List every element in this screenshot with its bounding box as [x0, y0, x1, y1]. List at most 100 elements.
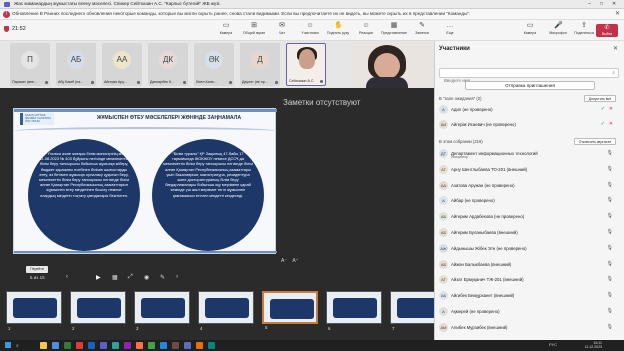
mic-muted-icon: 🎙: [606, 308, 613, 314]
play-icon[interactable]: ▶: [96, 274, 101, 281]
toolbar-button-icon: …: [446, 22, 454, 29]
toolbar-button-1[interactable]: ⊞ Общий экран: [240, 22, 268, 39]
close-panel-button[interactable]: ✕: [613, 45, 618, 52]
toolbar-button-8[interactable]: … Еще: [436, 22, 464, 39]
slide-left-circle: ҚР Ғылым және жоғары білім министрінің м…: [28, 139, 140, 251]
participant-row[interactable]: АТ Арну Шентлыбаева ТО-201 (внешний) 🎙: [435, 163, 624, 176]
participant-tile[interactable]: Д Даулет (не пр...: [240, 43, 280, 86]
slide-thumbnail[interactable]: 4: [198, 291, 254, 331]
taskbar-search-icon[interactable]: ⌕: [16, 343, 19, 349]
toolbar-button-icon: 🎤: [554, 22, 563, 29]
participant-row[interactable]: АТ Айзат Ермуқанич ТЖ-201 (внешний) 🎙: [435, 273, 624, 286]
slide-thumbnail[interactable]: 6: [326, 291, 382, 331]
toolbar-button-2[interactable]: ✉ Чат: [268, 22, 296, 39]
participant-row[interactable]: А Ақмерей (не проверено) 🎙: [435, 305, 624, 318]
participant-tile[interactable]: АА Айгерім Ару...: [102, 43, 142, 86]
participant-tile[interactable]: ДК Даниярбек К...: [148, 43, 188, 86]
toolbar-button-7[interactable]: ✎ Заметки: [408, 22, 436, 39]
slide-thumbnail[interactable]: 1: [6, 291, 62, 331]
mute-all-button[interactable]: Отключить звук всех: [574, 138, 616, 145]
slide-thumbnail[interactable]: 3: [134, 291, 190, 331]
toolbar-button-5[interactable]: ☺ Реакции: [352, 22, 380, 39]
participant-row[interactable]: АБ Айгерим Ардабекова (не проверено) 🎙: [435, 210, 624, 223]
toolbar-button-10[interactable]: 🎤 Микрофон: [544, 22, 572, 39]
toolbar-button-11[interactable]: ⇪ Поделиться: [570, 22, 598, 39]
participant-row[interactable]: АБ Айгибек Бекқұрханет (внешний) 🎙: [435, 289, 624, 302]
taskbar-app-icon[interactable]: [172, 342, 179, 349]
toolbar-button-label: Камера: [523, 31, 537, 35]
deny-icon[interactable]: ✕: [609, 106, 613, 112]
share-invite-button[interactable]: Отправка приглашения: [465, 81, 595, 90]
windows-start-icon[interactable]: [5, 342, 11, 348]
participant-search[interactable]: ⌕: [439, 68, 619, 85]
toolbar-button-label: Общий экран: [242, 31, 266, 35]
slide-thumbnail[interactable]: 5: [262, 291, 318, 330]
go-options-button[interactable]: Перейти опции: [26, 266, 48, 278]
pen-icon[interactable]: ✎: [160, 274, 165, 281]
admit-all-button[interactable]: Допустить все: [584, 95, 616, 102]
participant-row[interactable]: АА Азатова Аружан (не проверено) 🎙: [435, 179, 624, 192]
taskbar-app-icon[interactable]: [112, 342, 119, 349]
meeting-section-label[interactable]: В этом собрании (216): [439, 139, 483, 144]
notes-zoom: A⁻ A⁺: [281, 258, 298, 264]
zoom-out-button[interactable]: A⁻: [281, 258, 287, 264]
speaker-video[interactable]: [352, 41, 434, 88]
maximize-button[interactable]: □: [600, 1, 603, 7]
participant-name: Алибек Мурзибек (внешний): [451, 324, 508, 330]
participant-row[interactable]: А Адил (не проверено) ✓ ✕: [435, 103, 624, 116]
system-language[interactable]: РУС: [549, 342, 557, 347]
next-slide-button[interactable]: ›: [176, 274, 178, 280]
participant-row[interactable]: АЖ Айдынышы Жібек Этн (не проверено) 🎙: [435, 242, 624, 255]
grid-view-icon[interactable]: ▦: [112, 274, 118, 281]
toolbar-button-3[interactable]: ☺ Участники: [296, 22, 324, 39]
taskbar-app-icon[interactable]: [136, 342, 143, 349]
toolbar-button-6[interactable]: ▦ Представление: [380, 22, 408, 39]
leave-button[interactable]: ✆ Выйти: [596, 24, 618, 37]
taskbar-app-icon[interactable]: [148, 342, 155, 349]
participant-row[interactable]: АМ Алибек Мурзибек (внешний) 🎙: [435, 321, 624, 334]
taskbar-app-icon[interactable]: [184, 342, 191, 349]
participant-tile[interactable]: АБ Абу Бамб (на...: [56, 43, 96, 86]
taskbar-app-icon[interactable]: [88, 342, 95, 349]
taskbar-app-icon[interactable]: [208, 342, 215, 349]
zoom-in-button[interactable]: A⁺: [292, 258, 298, 264]
pointer-icon[interactable]: ◉: [144, 274, 149, 281]
toolbar-button-4[interactable]: ✋ Поднять руку: [324, 22, 352, 39]
toolbar-button-0[interactable]: ▭ Камера: [212, 22, 240, 39]
participant-tile[interactable]: ӘК Әсел Кали...: [194, 43, 234, 86]
minimize-button[interactable]: –: [588, 1, 591, 7]
mic-muted-icon: 🎙: [606, 229, 613, 235]
taskbar-app-icon[interactable]: [64, 342, 71, 349]
taskbar-app-icon[interactable]: [160, 342, 167, 349]
lobby-section-label[interactable]: В "зале ожидания" (2): [439, 96, 482, 101]
taskbar-clock[interactable]: 16:11 11.12.2023: [585, 341, 602, 349]
toolbar-button-9[interactable]: ▭ Камера: [516, 22, 544, 39]
taskbar-app-icon[interactable]: [196, 342, 203, 349]
taskbar-app-icon[interactable]: [52, 342, 59, 349]
slide-thumbnail[interactable]: 2: [70, 291, 126, 331]
slide-right-text: "Білім туралы" ҚР Заңының 47-бабы 17 тар…: [163, 151, 253, 198]
participant-tile[interactable]: П Парасат (вне...: [10, 43, 50, 86]
thumbnail-number: 5: [265, 325, 268, 330]
taskbar-app-icon[interactable]: [100, 342, 107, 349]
participant-row[interactable]: АБ Айжан Балыкбаева (внешний) 🎙: [435, 258, 624, 271]
participant-row[interactable]: ДТ Департамент информационных технологий И…: [435, 147, 624, 160]
close-window-button[interactable]: ✕: [612, 1, 616, 7]
prev-slide-button[interactable]: ‹: [66, 274, 68, 280]
participant-role: Инициатор: [451, 155, 469, 159]
admit-icon[interactable]: ✓: [601, 121, 605, 127]
participant-row[interactable]: АИ Айгерім Исаевич (не проверено) ✓ ✕: [435, 118, 624, 131]
fullscreen-icon[interactable]: ⤢: [128, 274, 133, 281]
participant-row[interactable]: А Айбар (не проверено) 🎙: [435, 194, 624, 207]
participant-tile[interactable]: Сейтказин А.С.: [286, 43, 326, 86]
taskbar-app-icon[interactable]: [76, 342, 83, 349]
admit-icon[interactable]: ✓: [601, 106, 605, 112]
tile-face: [299, 49, 315, 69]
participant-name: Айгерім Ару...: [104, 80, 127, 84]
participant-row[interactable]: АБ Айгерим Буланыбаева (внешний) 🎙: [435, 226, 624, 239]
toolbar-button-icon: ▦: [390, 22, 398, 29]
taskbar-app-icon[interactable]: [40, 342, 47, 349]
dismiss-notice-button[interactable]: ✕: [615, 10, 620, 17]
taskbar-app-icon[interactable]: [124, 342, 131, 349]
deny-icon[interactable]: ✕: [609, 121, 613, 127]
